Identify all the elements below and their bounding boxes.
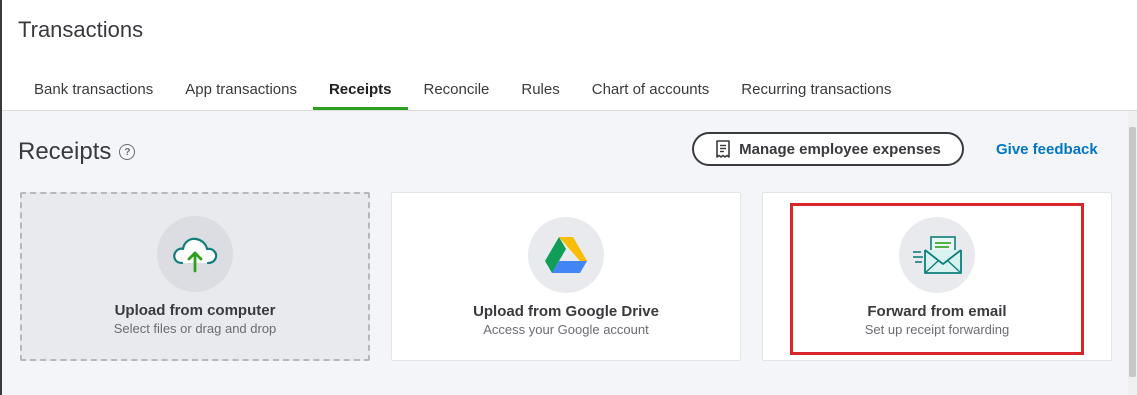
manage-employee-expenses-button[interactable]: Manage employee expenses bbox=[692, 132, 964, 166]
tab-bar: Bank transactions App transactions Recei… bbox=[18, 78, 907, 110]
tab-reconcile[interactable]: Reconcile bbox=[408, 78, 506, 110]
receipt-icon bbox=[715, 140, 731, 158]
tab-recurring-transactions[interactable]: Recurring transactions bbox=[725, 78, 907, 110]
upload-from-google-drive-card[interactable]: Upload from Google Drive Access your Goo… bbox=[391, 192, 741, 361]
give-feedback-link[interactable]: Give feedback bbox=[996, 141, 1098, 158]
forward-from-email-card[interactable]: Forward from email Set up receipt forwar… bbox=[762, 192, 1112, 361]
manage-employee-expenses-label: Manage employee expenses bbox=[739, 140, 941, 158]
google-drive-icon bbox=[528, 217, 604, 293]
vertical-scrollbar[interactable] bbox=[1128, 111, 1137, 395]
card-title: Forward from email bbox=[867, 303, 1007, 320]
email-forward-icon bbox=[899, 217, 975, 293]
card-title: Upload from Google Drive bbox=[473, 303, 659, 320]
section-title: Receipts ? bbox=[18, 138, 136, 166]
cloud-upload-icon bbox=[157, 216, 233, 292]
tab-rules[interactable]: Rules bbox=[505, 78, 575, 110]
tab-app-transactions[interactable]: App transactions bbox=[169, 78, 313, 110]
upload-from-computer-card[interactable]: Upload from computer Select files or dra… bbox=[20, 192, 370, 361]
card-title: Upload from computer bbox=[114, 302, 276, 319]
card-subtitle: Set up receipt forwarding bbox=[864, 322, 1010, 337]
section-title-text: Receipts bbox=[18, 138, 112, 165]
tab-bank-transactions[interactable]: Bank transactions bbox=[18, 78, 169, 110]
tab-receipts[interactable]: Receipts bbox=[312, 78, 408, 110]
card-subtitle: Select files or drag and drop bbox=[113, 321, 277, 336]
scrollbar-thumb[interactable] bbox=[1129, 127, 1136, 377]
help-icon[interactable]: ? bbox=[119, 144, 136, 160]
tab-chart-of-accounts[interactable]: Chart of accounts bbox=[576, 78, 726, 110]
card-subtitle: Access your Google account bbox=[483, 322, 649, 337]
page-title: Transactions bbox=[18, 17, 144, 42]
